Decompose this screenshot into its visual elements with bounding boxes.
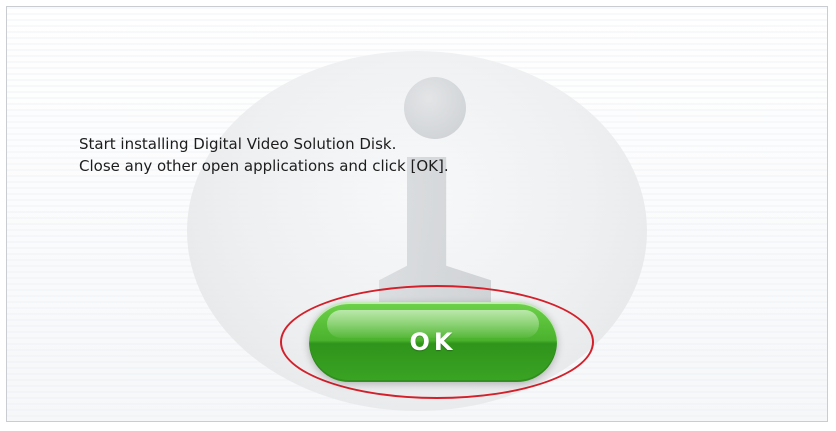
message-line-1: Start installing Digital Video Solution … (79, 135, 397, 153)
ok-button-label: OK (409, 328, 457, 356)
installer-dialog: Start installing Digital Video Solution … (6, 6, 828, 422)
message-line-2: Close any other open applications and cl… (79, 157, 449, 175)
install-message: Start installing Digital Video Solution … (79, 133, 719, 177)
ok-button[interactable]: OK (309, 302, 557, 382)
info-icon-dot (404, 77, 466, 139)
